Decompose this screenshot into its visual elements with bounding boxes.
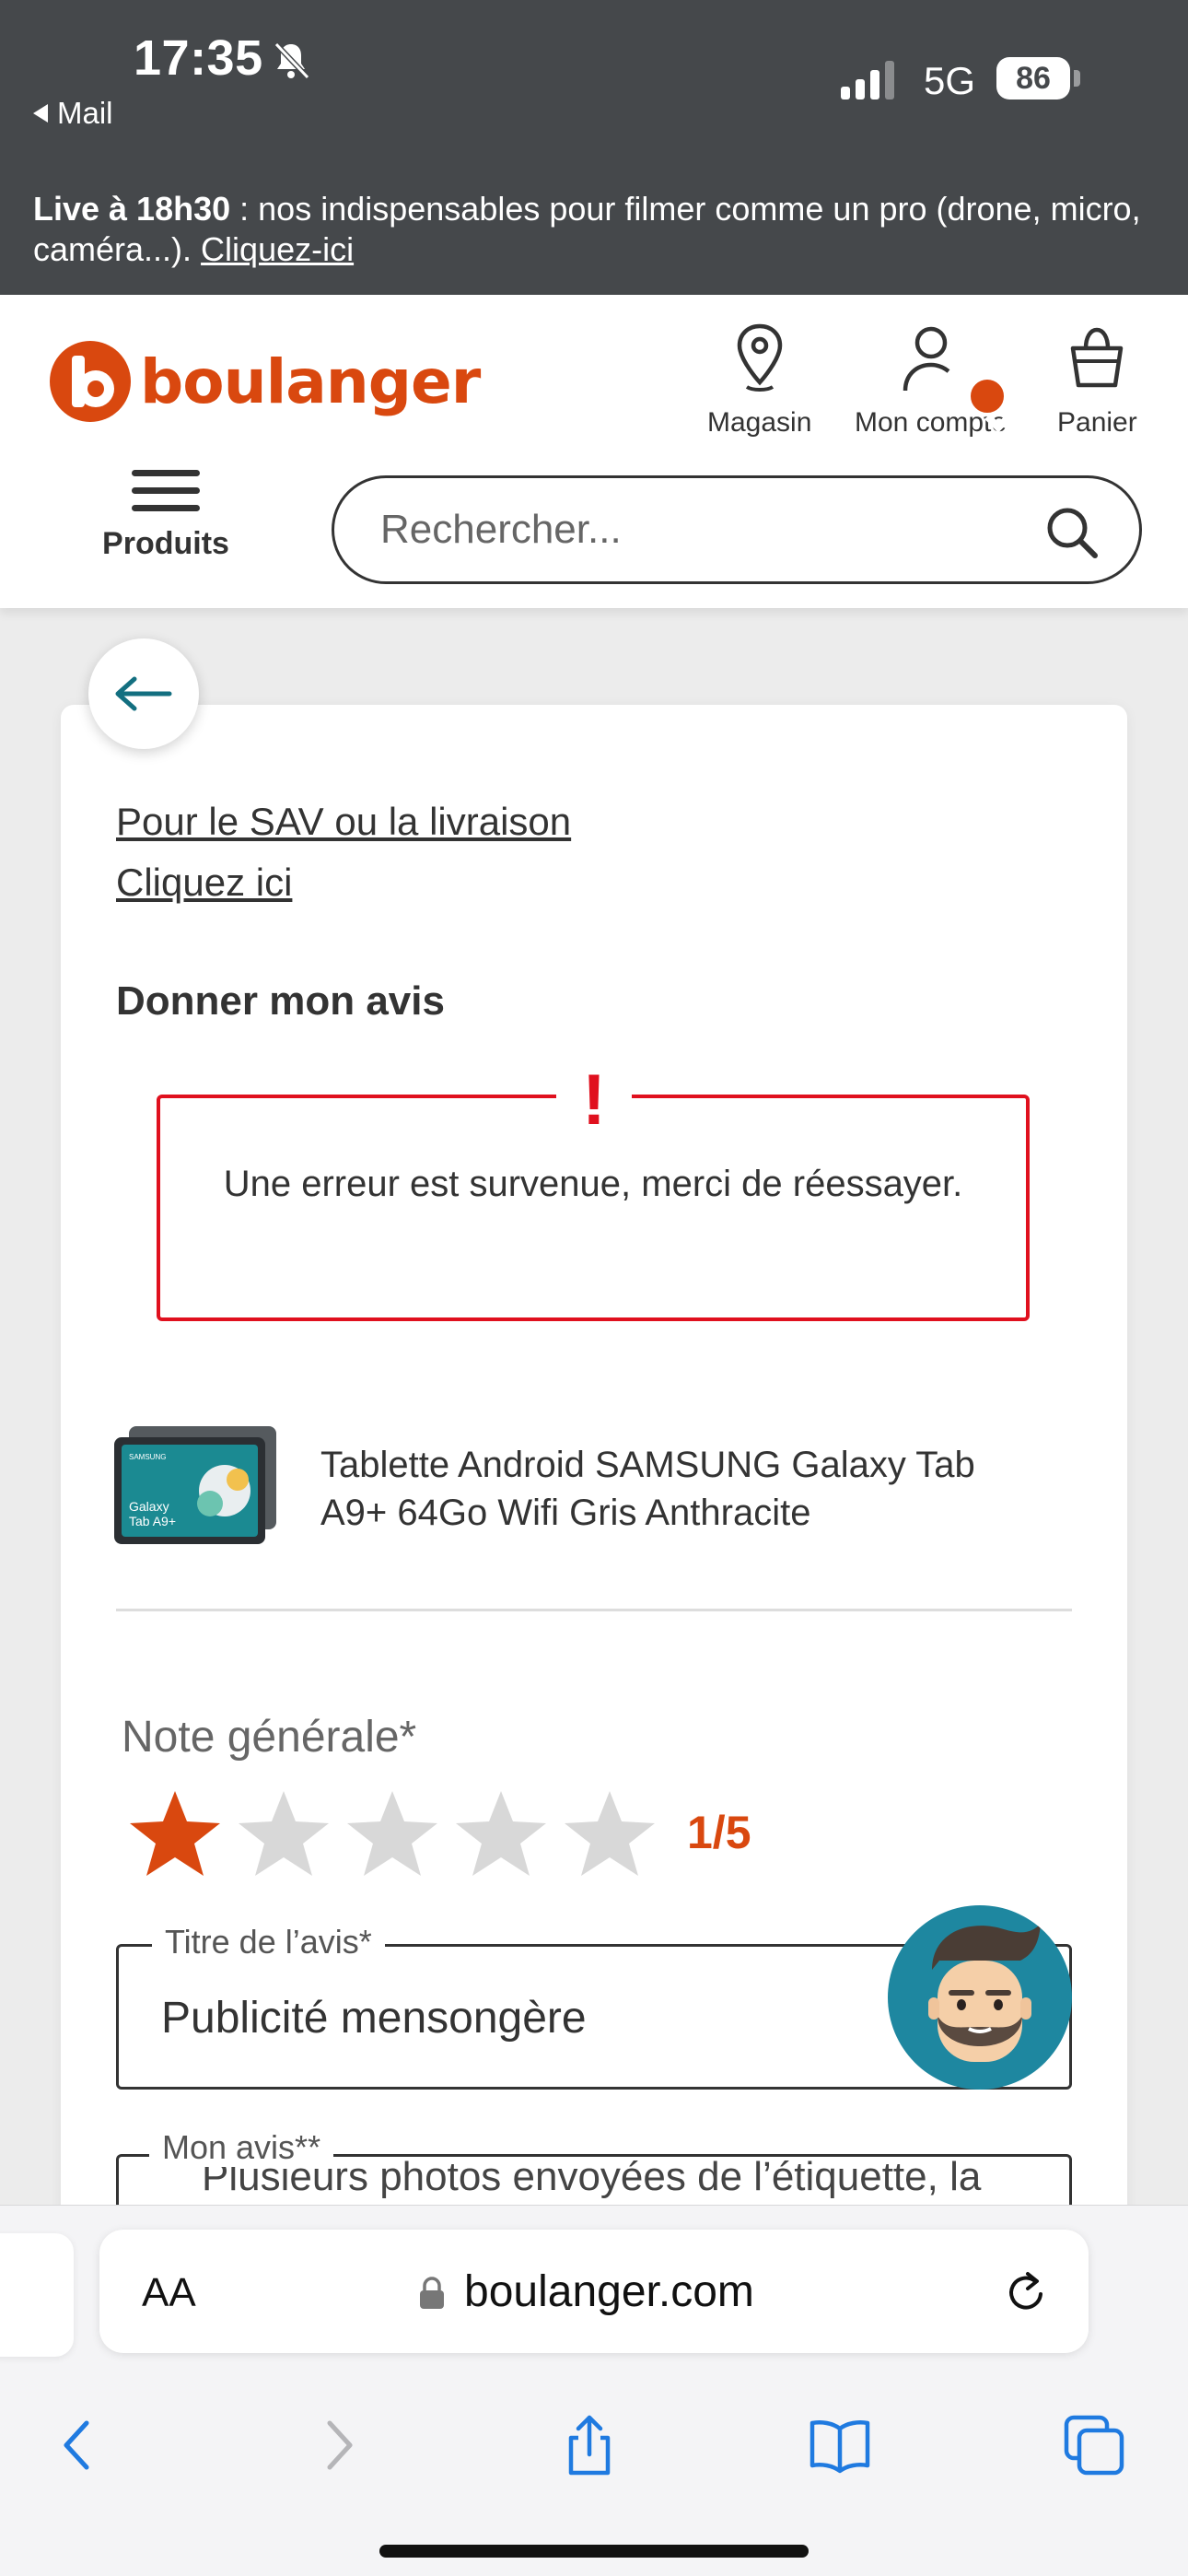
star-rating[interactable] [125, 1787, 659, 1879]
product-name: Tablette Android SAMSUNG Galaxy Tab A9+ … [320, 1445, 975, 1533]
divider [116, 1609, 1072, 1611]
click-here-link[interactable]: Cliquez ici [116, 861, 292, 905]
site-header: boulanger Magasin Mon compte Panier Prod… [0, 295, 1188, 608]
error-message: Une erreur est survenue, merci de réessa… [223, 1164, 963, 1204]
cart-button[interactable]: Panier [1057, 321, 1137, 439]
review-title-legend: Titre de l’avis* [152, 1923, 385, 1961]
chat-assistant-avatar[interactable] [888, 1905, 1072, 2090]
star-2-icon[interactable] [234, 1787, 333, 1879]
star-3-icon[interactable] [343, 1787, 442, 1879]
banner-bold-text: Live à 18h30 [33, 190, 231, 228]
section-title: Donner mon avis [116, 978, 445, 1024]
url-text: boulanger.com [464, 2267, 754, 2316]
account-button[interactable]: Mon compte [855, 321, 1023, 439]
products-menu-label: Produits [102, 526, 229, 561]
arrow-left-icon [115, 676, 172, 711]
signal-icon [841, 61, 894, 100]
browser-nav-row [0, 2390, 1188, 2491]
cart-label: Panier [1057, 407, 1137, 438]
exclamation-icon: ! [556, 1063, 632, 1135]
product-image: SAMSUNG Galaxy Tab A9+ [114, 1426, 276, 1544]
logo-text: boulanger [140, 345, 481, 417]
back-app-label: Mail [57, 96, 113, 130]
banner-link[interactable]: Cliquez-ici [201, 230, 354, 268]
back-button[interactable] [88, 638, 199, 749]
product-image-model-line2: Tab A9+ [129, 1514, 176, 1528]
back-to-mail[interactable]: Mail [33, 96, 113, 131]
review-text-legend: Mon avis** [149, 2128, 334, 2167]
home-indicator [379, 2545, 809, 2558]
back-triangle-icon [33, 104, 48, 123]
rating-label: Note générale* [122, 1713, 417, 1762]
product-image-model-line1: Galaxy [129, 1499, 169, 1514]
sav-delivery-link[interactable]: Pour le SAV ou la livraison [116, 800, 571, 844]
bookmarks-icon[interactable] [807, 2412, 873, 2478]
store-button[interactable]: Magasin [707, 321, 811, 439]
reader-aa-button[interactable]: AA [142, 2270, 196, 2316]
safari-toolbar: AA boulanger.com [0, 2205, 1188, 2576]
logo-b-icon [50, 341, 131, 422]
status-time: 17:35 [134, 30, 263, 86]
basket-icon [1071, 327, 1124, 388]
search-input[interactable]: Rechercher... [332, 475, 1142, 584]
rating-value: 1/5 [687, 1807, 751, 1858]
share-icon[interactable] [556, 2412, 623, 2478]
star-1-icon[interactable] [125, 1787, 225, 1879]
location-pin-icon [737, 323, 782, 392]
star-5-icon[interactable] [560, 1787, 659, 1879]
search-icon[interactable] [1043, 504, 1099, 559]
star-4-icon[interactable] [451, 1787, 551, 1879]
lock-icon [420, 2277, 444, 2309]
address-bar[interactable]: AA boulanger.com [99, 2230, 1089, 2353]
account-check-badge [967, 376, 1023, 433]
forward-chevron-icon[interactable] [304, 2412, 370, 2478]
hamburger-icon [132, 470, 200, 522]
user-icon [903, 326, 949, 392]
reload-icon[interactable] [1000, 2266, 1052, 2318]
product-image-brand: SAMSUNG [129, 1453, 166, 1461]
bell-muted-icon [274, 41, 310, 80]
review-title-value: Publicité mensongère [161, 1994, 587, 2043]
top-banner-area: 17:35 Mail 5G 86 Live à 18h30 : nos indi… [0, 0, 1188, 295]
network-label: 5G [924, 59, 976, 102]
back-chevron-icon[interactable] [46, 2412, 112, 2478]
products-menu-button[interactable]: Produits [92, 470, 239, 562]
previous-tab-peek[interactable] [0, 2233, 74, 2357]
battery-cap [1074, 70, 1080, 87]
assistant-face-icon [928, 1924, 1041, 2062]
search-placeholder: Rechercher... [380, 507, 622, 552]
promo-banner: Live à 18h30 : nos indispensables pour f… [33, 189, 1157, 270]
battery-indicator: 86 [996, 57, 1070, 100]
store-label: Magasin [707, 407, 812, 438]
tabs-icon[interactable] [1061, 2412, 1127, 2478]
boulanger-logo[interactable]: boulanger [48, 339, 481, 424]
check-icon [984, 403, 1023, 433]
